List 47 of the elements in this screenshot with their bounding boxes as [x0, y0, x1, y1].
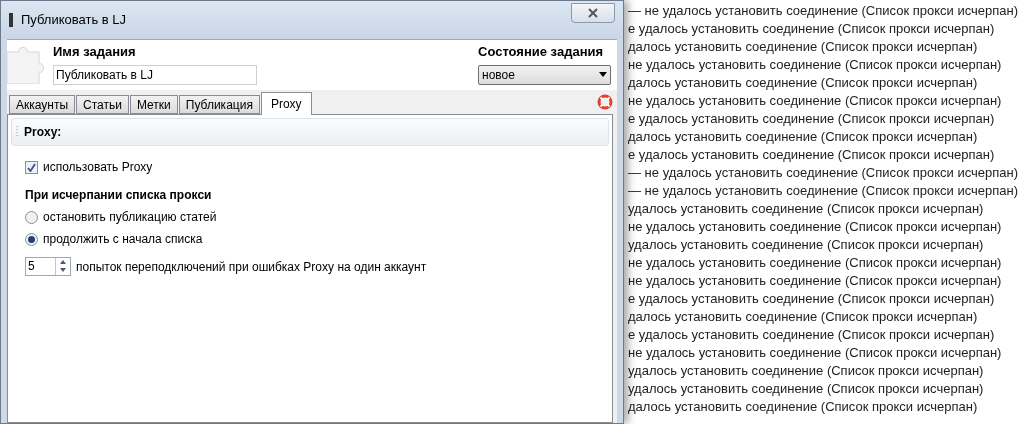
log-line: — не удалось установить соединение (Список прокси исчерпан)	[628, 164, 1019, 182]
log-line: далось установить соединение (Список прокси исчерпан)	[628, 128, 979, 146]
log-line: далось установить соединение (Список прокси исчерпан)	[628, 38, 979, 56]
checkbox[interactable]	[25, 160, 38, 174]
tab[interactable]: Аккаунты	[9, 95, 76, 114]
log-line: не удалось установить соединение (Список прокси исчерпан)	[628, 272, 1003, 290]
tab[interactable]: Proxy	[260, 92, 312, 115]
log-line: удалось установить соединение (Список прокси исчерпан)	[628, 200, 985, 218]
retries-label: попыток переподключений при ошибках Proxy на один аккаунт	[76, 258, 427, 276]
radio-button[interactable]	[25, 210, 38, 224]
lifebuoy-icon	[597, 94, 613, 110]
window-title: Публиковать в LJ	[21, 11, 127, 30]
log-line: не удалось установить соединение (Список прокси исчерпан)	[628, 254, 1003, 272]
task-state-dropdown[interactable]: новое	[478, 64, 611, 85]
log-line: не удалось установить соединение (Список прокси исчерпан)	[628, 92, 1003, 110]
log-line: удалось установить соединение (Список прокси исчерпан)	[628, 362, 985, 380]
radio-label: продолжить с начала списка	[43, 231, 203, 248]
task-name-field[interactable]: Публиковать в LJ	[53, 64, 257, 85]
log-line: — не удалось установить соединение (Список прокси исчерпан)	[628, 182, 1019, 200]
log-line: далось установить соединение (Список прокси исчерпан)	[628, 308, 979, 326]
log-line: — не удалось установить соединение (Список прокси исчерпан)	[628, 2, 1019, 20]
log-line: е удалось установить соединение (Список прокси исчерпан)	[628, 20, 996, 38]
log-line: е удалось установить соединение (Список прокси исчерпан)	[628, 326, 996, 344]
tab[interactable]: Публикация	[178, 95, 260, 114]
log-line: е удалось установить соединение (Список прокси исчерпан)	[628, 110, 996, 128]
close-button[interactable]	[571, 3, 615, 23]
log-line: удалось установить соединение (Список прокси исчерпан)	[628, 380, 985, 398]
close-icon	[587, 8, 599, 18]
log-line: не удалось установить соединение (Список прокси исчерпан)	[628, 218, 1003, 236]
task-state-label: Состояние задания	[478, 43, 605, 61]
tab[interactable]: Статьи	[76, 95, 129, 114]
task-name-label: Имя задания	[53, 43, 137, 61]
log-line: не удалось установить соединение (Список прокси исчерпан)	[628, 344, 1003, 362]
log-line: е удалось установить соединение (Список прокси исчерпан)	[628, 146, 996, 164]
log-line: далось установить соединение (Список прокси исчерпан)	[628, 398, 979, 416]
tab[interactable]: Метки	[129, 95, 178, 114]
group-title: При исчерпании списка прокси	[25, 187, 213, 204]
log-line: удалось установить соединение (Список прокси исчерпан)	[628, 236, 985, 254]
log-line: не удалось установить соединение (Список прокси исчерпан)	[628, 56, 1003, 74]
section-title: Proxy:	[24, 124, 62, 141]
checkbox-label: использовать Proxy	[43, 159, 153, 176]
radio-label: остановить публикацию статей	[43, 209, 217, 226]
dropdown-arrow-icon	[599, 72, 607, 77]
log-line: е удалось установить соединение (Список прокси исчерпан)	[628, 290, 996, 308]
retries-spinbox[interactable]: 5	[25, 257, 71, 276]
log-line: далось установить соединение (Список прокси исчерпан)	[628, 74, 979, 92]
radio-button[interactable]	[25, 232, 38, 246]
